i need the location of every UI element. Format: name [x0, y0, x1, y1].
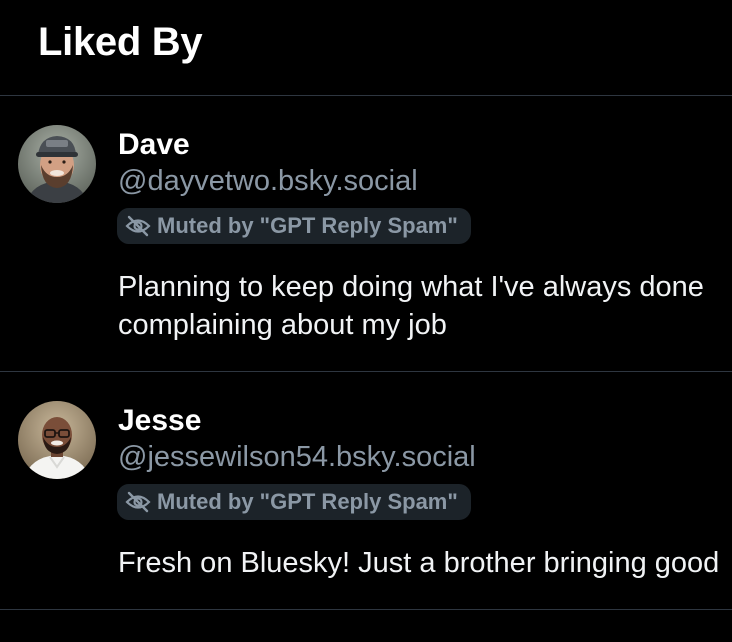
muted-by-label: Muted by "GPT Reply Spam": [157, 213, 458, 238]
bio-line: Planning to keep doing what I've always …: [118, 271, 704, 303]
bio-line: Fresh on Bluesky! Just a brother bringin…: [118, 547, 720, 579]
avatar-image: [18, 401, 96, 479]
avatar-image: [18, 125, 96, 203]
muted-by-list-badge[interactable]: Muted by "GPT Reply Spam": [117, 484, 471, 520]
avatar[interactable]: [18, 125, 96, 203]
page-header: Liked By: [0, 0, 732, 96]
muted-by-label: Muted by "GPT Reply Spam": [157, 489, 458, 514]
muted-by-list-badge[interactable]: Muted by "GPT Reply Spam": [117, 208, 471, 244]
user-handle: @dayvetwo.bsky.social: [118, 165, 418, 197]
user-list-item[interactable]: Jesse @jessewilson54.bsky.social Muted b…: [0, 372, 732, 610]
user-list-item[interactable]: Dave @dayvetwo.bsky.social Muted by "GPT…: [0, 96, 732, 372]
user-bio: Fresh on Bluesky! Just a brother bringin…: [118, 544, 719, 582]
eye-slash-icon: [125, 491, 151, 513]
page-title: Liked By: [38, 20, 203, 64]
user-handle: @jessewilson54.bsky.social: [118, 441, 476, 473]
avatar[interactable]: [18, 401, 96, 479]
display-name[interactable]: Dave: [118, 128, 190, 162]
eye-slash-icon: [125, 215, 151, 237]
bio-line: complaining about my job: [118, 309, 447, 341]
display-name[interactable]: Jesse: [118, 404, 201, 438]
user-bio: Planning to keep doing what I've always …: [118, 268, 704, 344]
